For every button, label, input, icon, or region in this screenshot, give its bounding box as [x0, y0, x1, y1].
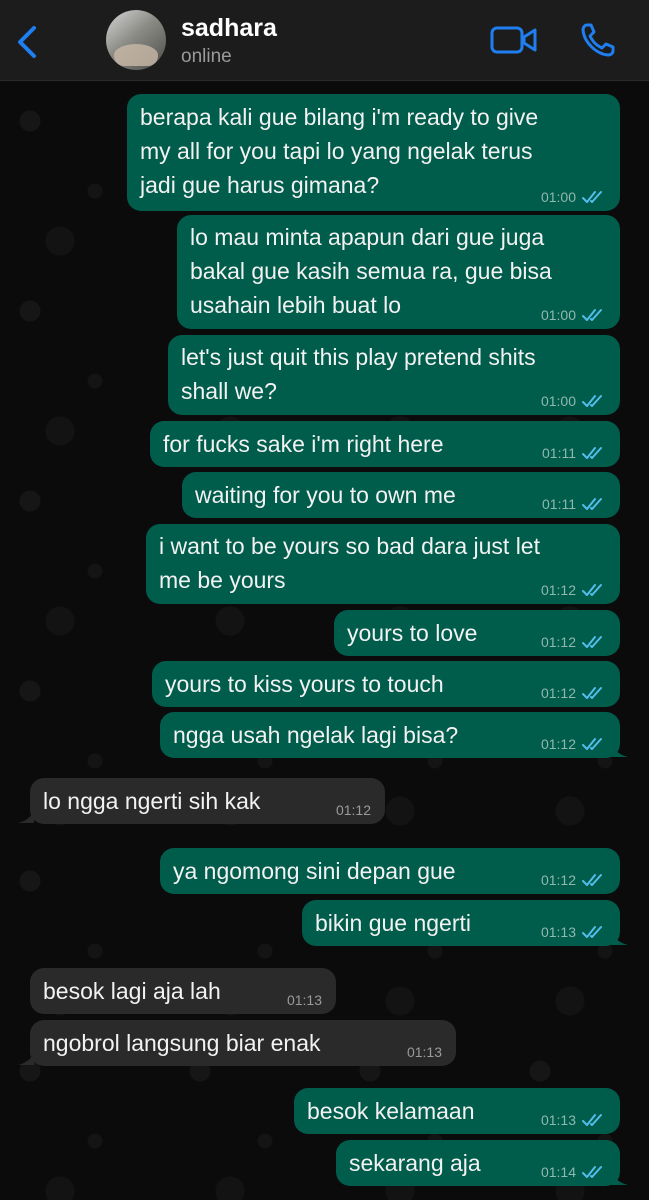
message-time: 01:13 — [406, 1044, 442, 1060]
message-text: berapa kali gue bilang i'm ready to give… — [140, 104, 539, 198]
read-ticks-icon — [582, 687, 602, 699]
message-time: 01:12 — [540, 736, 576, 752]
message-time: 01:12 — [540, 582, 576, 598]
bubble-tail — [612, 1171, 628, 1185]
read-ticks-icon — [582, 584, 602, 596]
message-time: 01:13 — [540, 924, 576, 940]
video-camera-icon — [490, 26, 537, 54]
read-ticks-icon — [582, 1166, 602, 1178]
read-ticks-icon — [582, 191, 602, 203]
bubble-tail — [18, 1051, 34, 1065]
read-ticks-icon — [582, 1114, 602, 1126]
incoming-message[interactable]: ngobrol langsung biar enak 01:13 — [30, 1020, 456, 1066]
message-time: 01:00 — [540, 189, 576, 205]
contact-name[interactable]: sadhara — [181, 14, 277, 43]
message-text: yours to love — [347, 620, 478, 646]
bubble-tail — [612, 743, 628, 757]
outgoing-message[interactable]: yours to kiss yours to touch 01:12 — [152, 661, 620, 707]
voice-call-button[interactable] — [578, 20, 618, 60]
message-time: 01:00 — [540, 393, 576, 409]
outgoing-message[interactable]: besok kelamaan 01:13 — [294, 1088, 620, 1134]
chevron-left-icon — [18, 26, 36, 58]
message-text: sekarang aja — [349, 1150, 481, 1176]
message-time: 01:11 — [542, 496, 576, 512]
message-text: waiting for you to own me — [195, 482, 456, 508]
outgoing-message[interactable]: i want to be yours so bad dara just let … — [146, 524, 620, 604]
message-text: besok kelamaan — [307, 1098, 475, 1124]
incoming-message[interactable]: lo ngga ngerti sih kak 01:12 — [30, 778, 385, 824]
outgoing-message[interactable]: ya ngomong sini depan gue 01:12 — [160, 848, 620, 894]
message-list[interactable]: berapa kali gue bilang i'm ready to give… — [0, 81, 649, 1200]
message-time: 01:11 — [542, 445, 576, 461]
read-ticks-icon — [582, 498, 602, 510]
message-text: ya ngomong sini depan gue — [173, 858, 456, 884]
bubble-tail — [612, 931, 628, 945]
outgoing-message[interactable]: sekarang aja 01:14 — [336, 1140, 620, 1186]
read-ticks-icon — [582, 447, 602, 459]
phone-icon — [581, 23, 615, 57]
incoming-message[interactable]: besok lagi aja lah 01:13 — [30, 968, 336, 1014]
outgoing-message[interactable]: ngga usah ngelak lagi bisa? 01:12 — [160, 712, 620, 758]
message-text: ngobrol langsung biar enak — [43, 1030, 321, 1056]
message-text: yours to kiss yours to touch — [165, 671, 444, 697]
message-time: 01:12 — [540, 685, 576, 701]
contact-status: online — [181, 46, 232, 67]
outgoing-message[interactable]: bikin gue ngerti 01:13 — [302, 900, 620, 946]
read-ticks-icon — [582, 309, 602, 321]
read-ticks-icon — [582, 926, 602, 938]
message-text: ngga usah ngelak lagi bisa? — [173, 722, 459, 748]
message-text: lo mau minta apapun dari gue juga bakal … — [190, 224, 552, 318]
bubble-tail — [18, 809, 34, 823]
video-call-button[interactable] — [490, 24, 538, 56]
outgoing-message[interactable]: yours to love 01:12 — [334, 610, 620, 656]
read-ticks-icon — [582, 636, 602, 648]
message-time: 01:12 — [335, 802, 371, 818]
message-time: 01:12 — [540, 872, 576, 888]
message-time: 01:13 — [540, 1112, 576, 1128]
chat-header: sadhara online — [0, 0, 649, 81]
message-text: bikin gue ngerti — [315, 910, 471, 936]
message-text: let's just quit this play pretend shits … — [181, 344, 536, 404]
message-text: i want to be yours so bad dara just let … — [159, 533, 540, 593]
message-time: 01:12 — [540, 634, 576, 650]
outgoing-message[interactable]: for fucks sake i'm right here 01:11 — [150, 421, 620, 467]
read-ticks-icon — [582, 874, 602, 886]
message-time: 01:00 — [540, 307, 576, 323]
avatar[interactable] — [106, 10, 166, 70]
read-ticks-icon — [582, 738, 602, 750]
message-text: for fucks sake i'm right here — [163, 431, 444, 457]
message-text: besok lagi aja lah — [43, 978, 221, 1004]
outgoing-message[interactable]: waiting for you to own me 01:11 — [182, 472, 620, 518]
message-time: 01:13 — [286, 992, 322, 1008]
outgoing-message[interactable]: berapa kali gue bilang i'm ready to give… — [127, 94, 620, 211]
read-ticks-icon — [582, 395, 602, 407]
outgoing-message[interactable]: lo mau minta apapun dari gue juga bakal … — [177, 215, 620, 329]
back-button[interactable] — [12, 22, 42, 62]
outgoing-message[interactable]: let's just quit this play pretend shits … — [168, 335, 620, 415]
message-time: 01:14 — [540, 1164, 576, 1180]
message-text: lo ngga ngerti sih kak — [43, 788, 261, 814]
